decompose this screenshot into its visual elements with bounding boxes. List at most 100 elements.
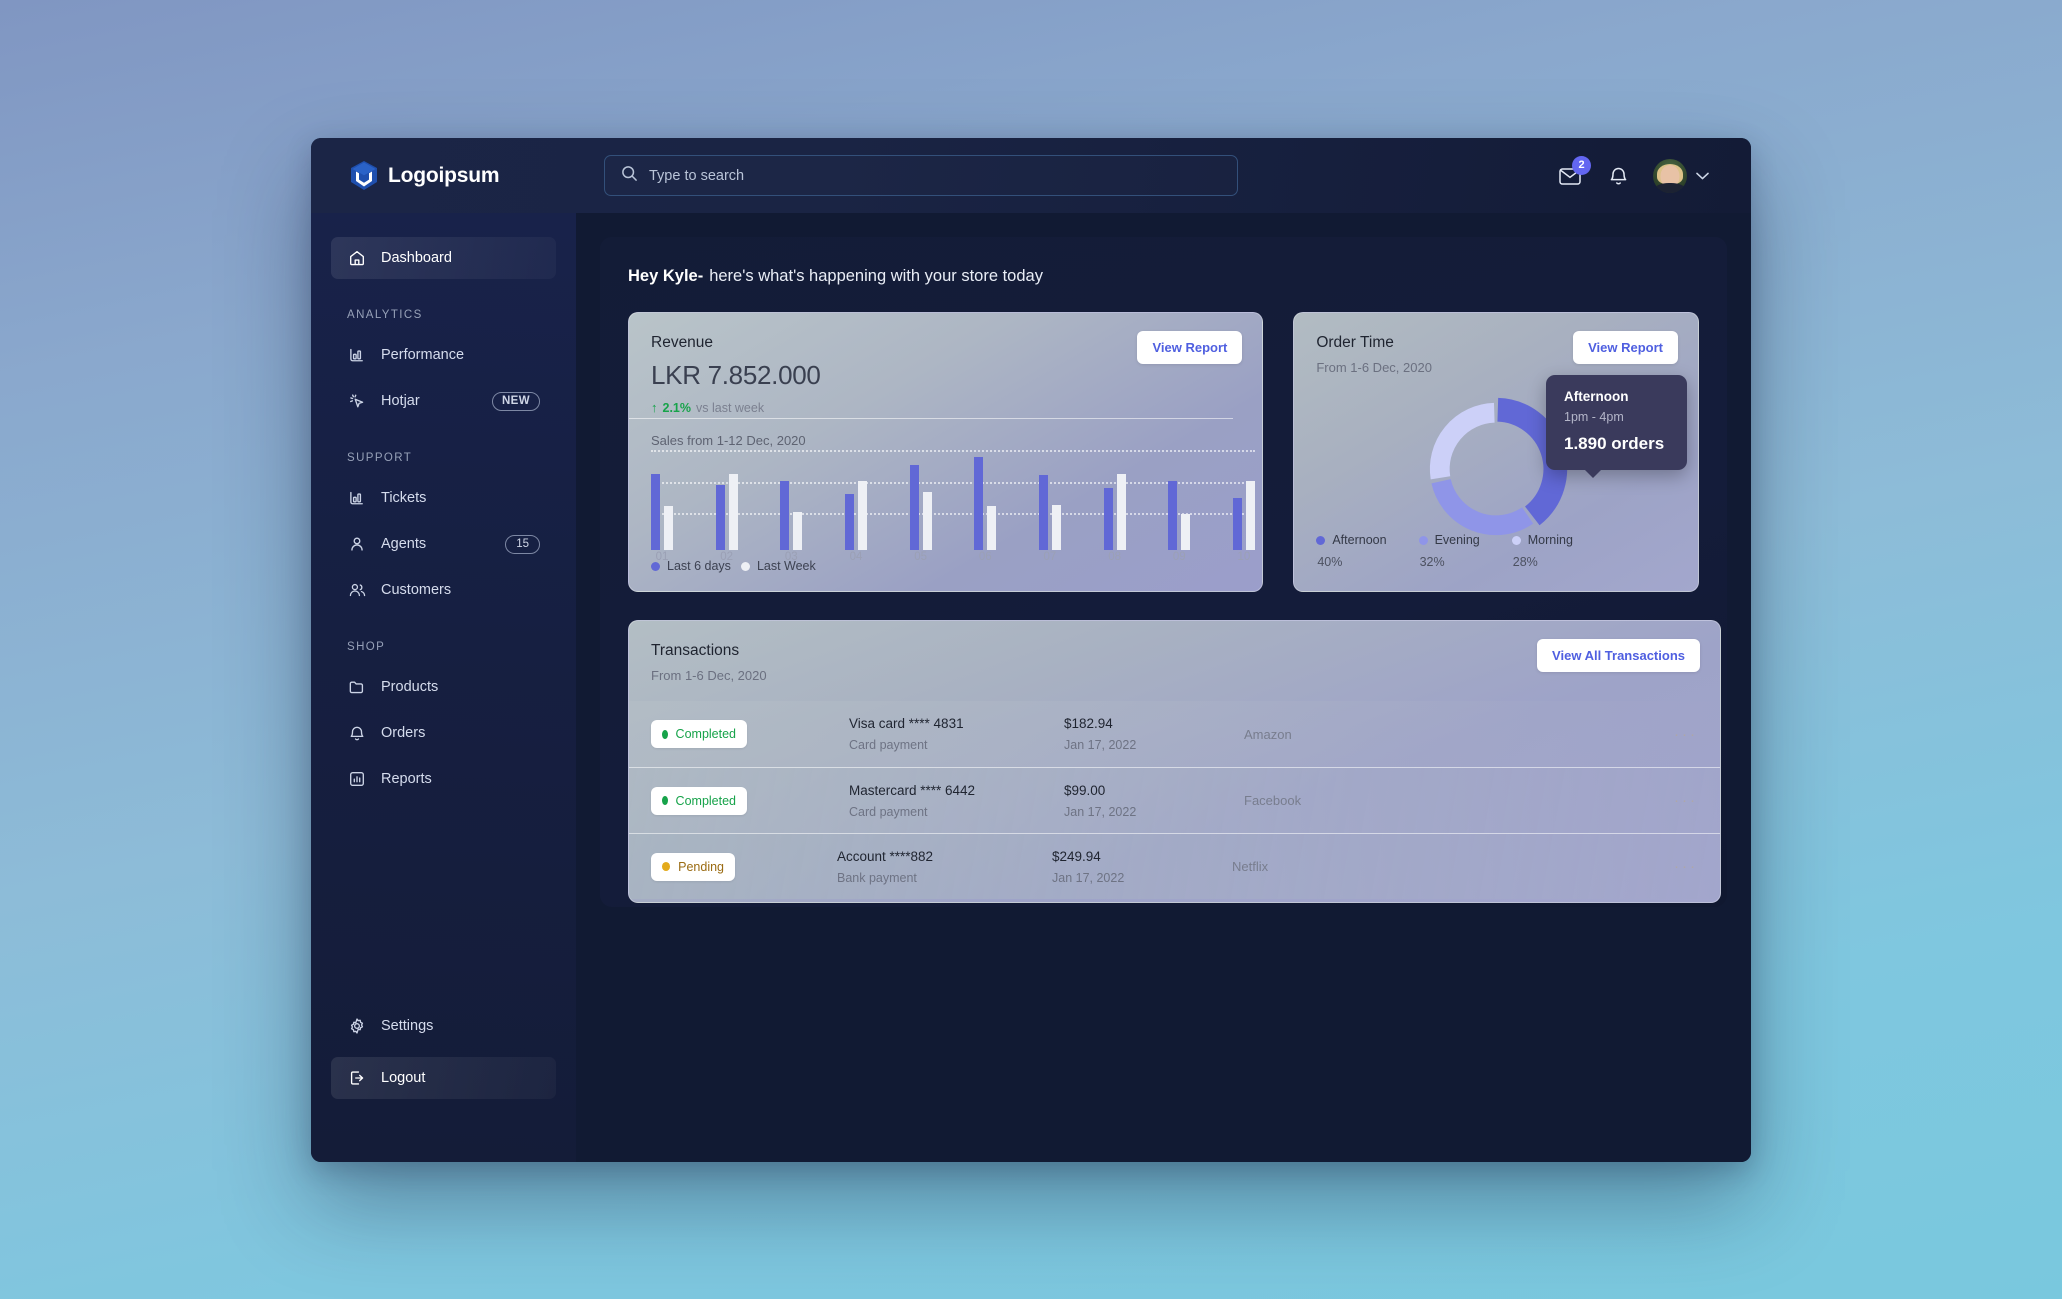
transaction-amount-cell: $99.00 Jan 17, 2022 <box>1064 783 1244 819</box>
legend-percent: 40% <box>1317 555 1343 569</box>
sidebar-item-reports[interactable]: Reports <box>331 758 556 800</box>
users-icon <box>347 580 367 600</box>
chart-axis-line <box>629 418 1233 419</box>
sidebar-item-orders[interactable]: Orders <box>331 712 556 754</box>
bar-last-week-04 <box>857 480 867 550</box>
logoipsum-mark-icon <box>351 160 377 191</box>
tooltip-value: 1.890 orders <box>1564 434 1665 453</box>
sidebar-item-hotjar[interactable]: Hotjar NEW <box>331 380 556 422</box>
table-row[interactable]: Pending Account ****882 Bank payment $249.9… <box>629 833 1720 899</box>
transaction-amount: $99.00 <box>1064 782 1106 798</box>
status-label: Completed <box>675 793 736 808</box>
x-label-04: 04 <box>849 551 863 563</box>
notifications-button[interactable] <box>1605 163 1631 189</box>
legend-percent: 32% <box>1419 555 1445 569</box>
donut-segment-morning[interactable] <box>1430 402 1496 480</box>
gear-icon <box>347 1016 367 1036</box>
status-badge: Completed <box>651 786 747 815</box>
sidebar-item-label: Orders <box>381 725 426 741</box>
transaction-date: Jan 17, 2022 <box>1064 738 1137 752</box>
transaction-amount: $182.94 <box>1064 716 1113 731</box>
revenue-legend: Last 6 days Last Week <box>651 559 816 573</box>
sidebar-item-label: Tickets <box>381 490 427 506</box>
x-label-08: 08 <box>1108 551 1121 563</box>
sidebar-section-analytics: ANALYTICS <box>347 309 423 321</box>
bar-group <box>651 445 673 550</box>
legend-dot <box>1418 535 1428 545</box>
revenue-delta: ↑ 2.1% vs last week <box>651 400 1240 415</box>
chevron-down-icon <box>1696 167 1709 185</box>
bar-last-week-06 <box>987 505 997 550</box>
x-label-06: 06 <box>978 551 992 563</box>
revenue-amount: LKR 7.852.000 <box>651 360 821 390</box>
greeting-rest: here's what's happening with your store … <box>709 267 1043 285</box>
status-dot <box>662 862 671 871</box>
order-time-view-report-button[interactable]: View Report <box>1573 331 1678 364</box>
donut-tooltip: Afternoon 1pm - 4pm 1.890 orders <box>1546 375 1687 478</box>
legend-dot <box>651 561 660 571</box>
sidebar-item-products[interactable]: Products <box>331 666 556 708</box>
user-icon <box>347 534 367 554</box>
transaction-method-type: Card payment <box>849 804 928 819</box>
transaction-amount: $249.94 <box>1052 848 1101 864</box>
donut-legend-top: Morning <box>1511 533 1573 547</box>
cursor-click-icon <box>347 391 367 411</box>
bar-last-6-days-10 <box>1232 497 1242 550</box>
search-input[interactable] <box>649 167 1221 184</box>
user-menu[interactable] <box>1653 158 1709 193</box>
sidebar-item-logout[interactable]: Logout <box>331 1057 556 1099</box>
mail-button[interactable]: 2 <box>1557 155 1591 189</box>
tooltip-title: Afternoon <box>1564 389 1629 404</box>
row-menu-icon[interactable]: ··· <box>1674 726 1698 743</box>
page-title: Hey Kyle-here's what's happening with yo… <box>628 267 1699 286</box>
row-menu-icon[interactable]: ··· <box>1674 792 1698 809</box>
donut-segment-evening[interactable] <box>1431 478 1534 536</box>
sidebar-section-support: SUPPORT <box>347 452 413 464</box>
bar-group <box>1232 445 1255 550</box>
sidebar-badge-agents-count: 15 <box>505 534 540 554</box>
sidebar: Dashboard ANALYTICS Performance Hotjar N… <box>311 213 576 1162</box>
sidebar-badge-new: NEW <box>491 391 540 411</box>
sidebar-item-dashboard[interactable]: Dashboard <box>331 237 556 279</box>
revenue-delta-note: vs last week <box>696 400 765 415</box>
main-content: Hey Kyle-here's what's happening with yo… <box>576 213 1751 1162</box>
transaction-merchant: Facebook <box>1244 793 1302 808</box>
sidebar-item-label: Performance <box>381 347 465 363</box>
sidebar-item-customers[interactable]: Customers <box>331 569 556 611</box>
arrow-up-icon: ↑ <box>651 400 658 415</box>
legend-label: Last 6 days <box>667 559 731 573</box>
topbar-actions: 2 <box>1557 155 1751 193</box>
revenue-view-report-button[interactable]: View Report <box>1137 331 1243 364</box>
brand-name: Logoipsum <box>388 163 500 187</box>
transactions-header: Transactions From 1-6 Dec, 2020 View All… <box>629 621 1720 683</box>
brand-logo[interactable]: Logoipsum <box>311 160 576 191</box>
x-label-10: 10 <box>1237 551 1251 563</box>
legend-item-last-6-days: Last 6 days <box>651 559 731 573</box>
table-row[interactable]: Completed Mastercard **** 6442 Card paymen… <box>629 767 1720 833</box>
transaction-date: Jan 17, 2022 <box>1052 870 1125 885</box>
donut-legend-item-evening: Evening 32% <box>1418 533 1480 569</box>
sidebar-item-tickets[interactable]: Tickets <box>331 477 556 519</box>
sidebar-item-label: Reports <box>381 771 432 787</box>
status-badge: Pending <box>651 852 735 881</box>
sidebar-item-agents[interactable]: Agents 15 <box>331 523 556 565</box>
bell-icon <box>347 723 367 743</box>
transaction-method: Mastercard **** 6442 <box>849 782 976 798</box>
legend-dot <box>740 561 750 571</box>
view-all-transactions-button[interactable]: View All Transactions <box>1537 639 1700 672</box>
transaction-merchant: Amazon <box>1244 726 1292 742</box>
sidebar-item-settings[interactable]: Settings <box>331 1005 556 1047</box>
bar-last-week-10 <box>1245 480 1255 550</box>
table-row[interactable]: Completed Visa card **** 4831 Card payment… <box>629 701 1720 767</box>
bar-group <box>715 445 738 550</box>
legend-label: Afternoon <box>1332 533 1387 547</box>
search-box[interactable] <box>604 155 1238 196</box>
bar-last-6-days-01 <box>651 474 660 550</box>
content-panel: Hey Kyle-here's what's happening with yo… <box>600 237 1727 907</box>
bar-last-week-09 <box>1181 514 1191 550</box>
transaction-amount-cell: $182.94 Jan 17, 2022 <box>1064 716 1244 752</box>
row-menu-icon[interactable]: ··· <box>1674 858 1698 875</box>
sidebar-item-performance[interactable]: Performance <box>331 334 556 376</box>
transaction-method-type: Bank payment <box>837 870 917 885</box>
status-label: Pending <box>678 859 724 874</box>
